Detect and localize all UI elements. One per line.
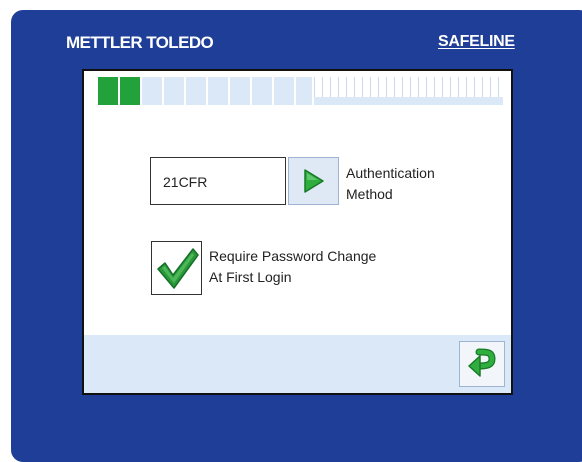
authentication-label-line2: Method bbox=[346, 186, 393, 202]
progress-segment bbox=[164, 77, 184, 105]
progress-ticks bbox=[314, 77, 503, 97]
checkmark-icon bbox=[157, 248, 199, 289]
touch-screen: 21CFR Authentication Method Require Pass… bbox=[82, 69, 513, 395]
authentication-label-line1: Authentication bbox=[346, 165, 435, 181]
progress-segment bbox=[98, 77, 118, 105]
authentication-method-field[interactable]: 21CFR bbox=[150, 157, 286, 205]
footer-bar bbox=[84, 335, 511, 393]
return-arrow-icon bbox=[468, 348, 496, 377]
progress-segment bbox=[142, 77, 162, 105]
progress-segment bbox=[252, 77, 272, 105]
password-change-label: Require Password Change At First Login bbox=[209, 246, 376, 288]
password-change-label-line1: Require Password Change bbox=[209, 248, 377, 264]
progress-segment bbox=[120, 77, 140, 105]
password-change-checkbox[interactable] bbox=[151, 241, 202, 295]
progress-segment bbox=[186, 77, 206, 105]
progress-bar bbox=[98, 77, 503, 107]
brand-logo-mettler: METTLER TOLEDO bbox=[66, 33, 214, 52]
progress-segment bbox=[208, 77, 228, 105]
progress-segment bbox=[230, 77, 250, 105]
authentication-method-value: 21CFR bbox=[163, 174, 208, 190]
back-button[interactable] bbox=[459, 341, 505, 387]
progress-segment bbox=[296, 77, 312, 105]
authentication-method-label: Authentication Method bbox=[346, 163, 435, 205]
progress-track bbox=[314, 97, 503, 105]
authentication-method-next-button[interactable] bbox=[288, 157, 339, 205]
brand-logo-safeline: SAFELINE bbox=[438, 33, 515, 50]
password-change-label-line2: At First Login bbox=[209, 269, 292, 285]
play-arrow-icon bbox=[303, 169, 324, 193]
progress-segment bbox=[274, 77, 294, 105]
